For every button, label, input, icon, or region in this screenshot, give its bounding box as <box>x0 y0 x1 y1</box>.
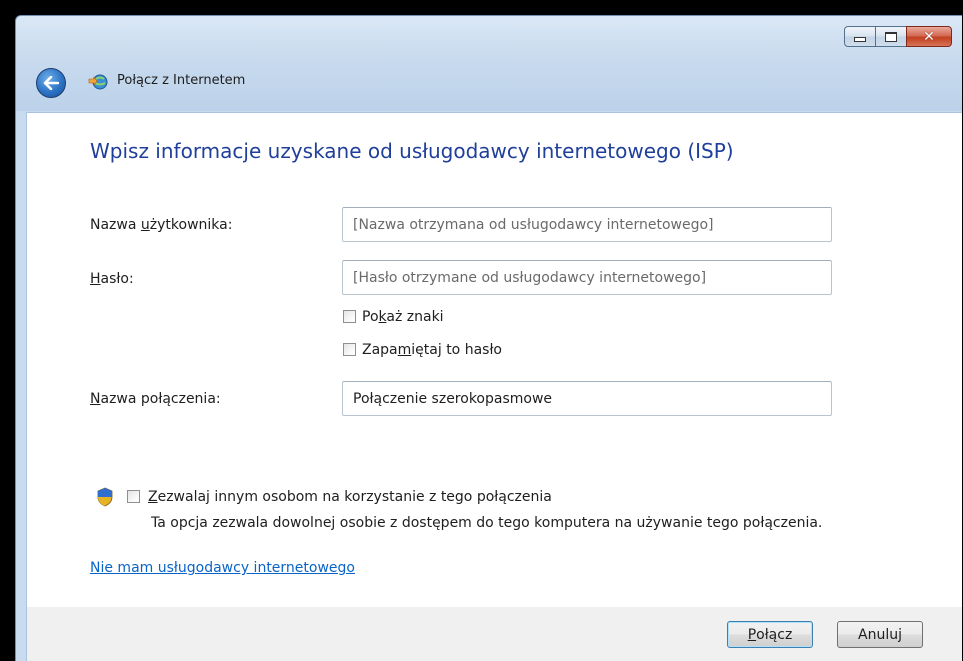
username-label-text: Nazwa <box>90 217 141 233</box>
connect-accesskey: P <box>747 626 757 643</box>
network-connection-icon <box>88 74 108 90</box>
remember-password-checkbox[interactable] <box>343 342 356 356</box>
connection-name-label-text: azwa połączenia: <box>100 391 221 407</box>
remember-password-option[interactable]: Zapamiętaj to hasło <box>343 342 502 358</box>
no-isp-link[interactable]: Nie mam usługodawcy internetowego <box>90 560 355 576</box>
cancel-button[interactable]: Anuluj <box>837 621 923 648</box>
close-button[interactable]: ✕ <box>906 26 952 47</box>
allow-others-accesskey: Z <box>148 489 158 505</box>
back-arrow-icon <box>43 76 59 90</box>
remember-password-accesskey: m <box>397 342 412 358</box>
dialog-window: ✕ Połącz z Internetem Wpisz informacje u… <box>15 15 962 661</box>
connect-label: ołącz <box>756 626 793 643</box>
back-button[interactable] <box>36 68 66 98</box>
connection-name-label: Nazwa połączenia: <box>90 391 221 407</box>
password-label-accesskey: H <box>90 271 101 287</box>
uac-shield-icon <box>97 487 113 507</box>
show-chars-option[interactable]: Pokaż znaki <box>343 309 444 325</box>
username-label-text-end: żytkownika: <box>149 217 233 233</box>
connection-name-input[interactable] <box>342 381 832 416</box>
button-bar: Połącz Anuluj <box>26 607 962 661</box>
close-icon: ✕ <box>923 28 935 45</box>
connect-button[interactable]: Połącz <box>727 621 813 648</box>
username-label-accesskey: u <box>140 217 150 233</box>
show-chars-label-end: aż znaki <box>386 309 444 325</box>
remember-password-label: Zapa <box>362 342 398 358</box>
username-label: Nazwa użytkownika: <box>90 217 232 233</box>
remember-password-label-end: iętaj to hasło <box>411 342 502 358</box>
maximize-button[interactable] <box>875 26 907 47</box>
window-controls: ✕ <box>844 26 952 47</box>
password-label-text: asło: <box>100 271 134 287</box>
allow-others-description: Ta opcja zezwala dowolnej osobie z dostę… <box>151 515 823 531</box>
dialog-content: Wpisz informacje uzyskane od usługodawcy… <box>26 112 962 607</box>
minimize-icon <box>854 37 866 42</box>
allow-others-label: ezwalaj innym osobom na korzystanie z te… <box>157 489 552 505</box>
show-chars-checkbox[interactable] <box>343 309 356 323</box>
show-chars-label: Po <box>362 309 379 325</box>
connection-name-accesskey: N <box>90 391 101 407</box>
allow-others-option[interactable]: Zezwalaj innym osobom na korzystanie z t… <box>127 489 552 505</box>
minimize-button[interactable] <box>844 26 876 47</box>
page-heading: Wpisz informacje uzyskane od usługodawcy… <box>90 139 734 163</box>
password-input[interactable] <box>342 260 832 295</box>
allow-others-checkbox[interactable] <box>127 489 140 503</box>
password-label: Hasło: <box>90 271 134 287</box>
maximize-icon <box>885 31 897 42</box>
window-title: Połącz z Internetem <box>117 73 246 88</box>
username-input[interactable] <box>342 207 832 242</box>
title-bar: ✕ Połącz z Internetem <box>16 16 962 111</box>
